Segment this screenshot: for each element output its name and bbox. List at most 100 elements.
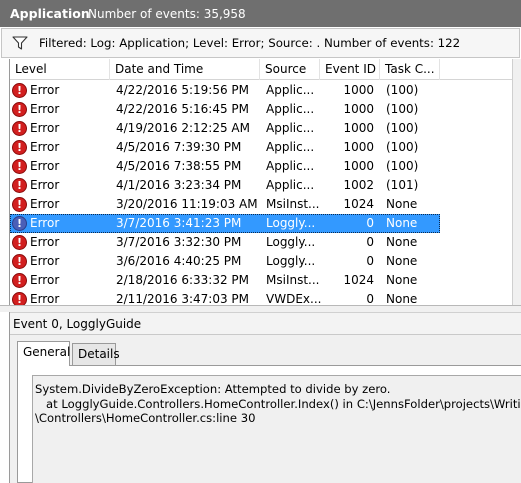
error-icon: ! — [12, 140, 27, 155]
error-icon: ! — [12, 292, 27, 305]
table-row[interactable]: ! Error 4/1/2016 3:23:34 PM Applic... 1002 (1… — [10, 176, 440, 195]
error-icon: ! — [12, 254, 27, 269]
message-line: System.DivideByZeroException: Attempted … — [35, 382, 391, 396]
table-row[interactable]: ! Error 4/22/2016 5:19:56 PM Applic... 1000 (… — [10, 81, 440, 100]
list-header: Level Date and Time Source Event ID Task… — [10, 59, 521, 80]
table-row[interactable]: ! Error 4/19/2016 2:12:25 AM Applic... 1000 (… — [10, 119, 440, 138]
cell-task-category: (100) — [386, 102, 419, 116]
cell-event-id: 0 — [366, 292, 374, 305]
tab-general[interactable]: General — [17, 341, 70, 366]
table-row[interactable]: ! Error 2/18/2016 6:33:32 PM MsiInst... 1024… — [10, 271, 440, 290]
cell-task-category: None — [386, 216, 418, 230]
level-text: Error — [30, 216, 60, 230]
cell-date-time: 3/20/2016 11:19:03 AM — [116, 197, 258, 211]
table-row[interactable]: ! Error 4/5/2016 7:39:30 PM Applic... 1000 (1… — [10, 138, 440, 157]
cell-source: MsiInst... — [266, 197, 320, 211]
cell-source: Loggly... — [266, 235, 316, 249]
cell-date-time: 2/11/2016 3:47:03 PM — [116, 292, 250, 305]
level-text: Error — [30, 197, 60, 211]
cell-source: VWDEx... — [266, 292, 322, 305]
level-text: Error — [30, 102, 60, 116]
level-text: Error — [30, 121, 60, 135]
cell-task-category: (101) — [386, 178, 419, 192]
column-header-date[interactable]: Date and Time — [110, 59, 260, 80]
cell-source: Applic... — [266, 178, 315, 192]
cell-source: Loggly... — [266, 216, 316, 230]
cell-level: ! Error — [12, 233, 110, 252]
level-text: Error — [30, 178, 60, 192]
cell-event-id: 1000 — [343, 140, 374, 154]
error-icon: ! — [12, 273, 27, 288]
table-row[interactable]: ! Error 3/7/2016 3:32:30 PM Loggly... 0 None — [10, 233, 440, 252]
table-row[interactable]: ! Error 4/5/2016 7:38:55 PM Applic... 1000 (1… — [10, 157, 440, 176]
event-details-pane: Event 0, LogglyGuide General Details Sys… — [9, 312, 521, 483]
cell-source: Applic... — [266, 83, 315, 97]
error-icon: ! — [12, 159, 27, 174]
table-row[interactable]: ! Error 4/22/2016 5:16:45 PM Applic... 1000 (… — [10, 100, 440, 119]
level-text: Error — [30, 235, 60, 249]
cell-event-id: 0 — [366, 254, 374, 268]
cell-task-category: (100) — [386, 159, 419, 173]
cell-source: MsiInst... — [266, 273, 320, 287]
event-count: Number of events: 35,958 — [88, 6, 246, 21]
cell-source: Loggly... — [266, 254, 316, 268]
cell-source: Applic... — [266, 140, 315, 154]
tab-details[interactable]: Details — [72, 343, 120, 365]
filter-description: Filtered: Log: Application; Level: Error… — [39, 36, 461, 50]
message-line: \Controllers\HomeController.cs:line 30 — [35, 411, 256, 425]
cell-source: Applic... — [266, 102, 315, 116]
cell-date-time: 3/6/2016 4:40:25 PM — [116, 254, 242, 268]
cell-task-category: None — [386, 197, 418, 211]
filter-funnel-icon — [12, 36, 28, 50]
cell-task-category: (100) — [386, 83, 419, 97]
cell-level: ! Error — [12, 195, 110, 214]
error-icon: ! — [12, 178, 27, 193]
cell-date-time: 2/18/2016 6:33:32 PM — [116, 273, 250, 287]
column-header-task-category[interactable]: Task C... — [380, 59, 440, 80]
cell-event-id: 1002 — [343, 178, 374, 192]
error-icon: ! — [12, 121, 27, 136]
level-text: Error — [30, 254, 60, 268]
list-scrollbar[interactable] — [512, 59, 521, 305]
event-details-title: Event 0, LogglyGuide — [10, 312, 521, 335]
event-list[interactable]: Level Date and Time Source Event ID Task… — [9, 59, 521, 305]
event-message-box[interactable]: System.DivideByZeroException: Attempted … — [32, 375, 521, 483]
cell-task-category: None — [386, 254, 418, 268]
cell-level: ! Error — [12, 252, 110, 271]
cell-task-category: (100) — [386, 121, 419, 135]
cell-date-time: 4/19/2016 2:12:25 AM — [116, 121, 250, 135]
cell-level: ! Error — [12, 214, 110, 233]
level-text: Error — [30, 83, 60, 97]
message-line: at LogglyGuide.Controllers.HomeControlle… — [35, 396, 521, 411]
pane-splitter[interactable] — [0, 305, 521, 312]
cell-event-id: 1024 — [343, 273, 374, 287]
table-row[interactable]: ! Error 2/11/2016 3:47:03 PM VWDEx... 0 None — [10, 290, 440, 305]
table-row[interactable]: ! Error 3/20/2016 11:19:03 AM MsiInst... 102… — [10, 195, 440, 214]
error-icon: ! — [12, 235, 27, 250]
log-name: Application — [10, 6, 90, 21]
cell-level: ! Error — [12, 100, 110, 119]
cell-task-category: (100) — [386, 140, 419, 154]
cell-source: Applic... — [266, 121, 315, 135]
table-row[interactable]: ! Error 3/6/2016 4:40:25 PM Loggly... 0 None — [10, 252, 440, 271]
column-header-filler — [440, 59, 521, 80]
level-text: Error — [30, 273, 60, 287]
cell-date-time: 4/5/2016 7:39:30 PM — [116, 140, 242, 154]
cell-task-category: None — [386, 292, 418, 305]
cell-event-id: 0 — [366, 216, 374, 230]
cell-date-time: 4/22/2016 5:19:56 PM — [116, 83, 250, 97]
cell-date-time: 3/7/2016 3:32:30 PM — [116, 235, 242, 249]
cell-task-category: None — [386, 235, 418, 249]
cell-level: ! Error — [12, 138, 110, 157]
cell-level: ! Error — [12, 271, 110, 290]
column-header-source[interactable]: Source — [260, 59, 320, 80]
cell-date-time: 3/7/2016 3:41:23 PM — [116, 216, 242, 230]
table-row[interactable]: ! Error 3/7/2016 3:41:23 PM Loggly... 0 None — [10, 214, 440, 233]
filter-bar: Filtered: Log: Application; Level: Error… — [1, 28, 520, 58]
cell-level: ! Error — [12, 81, 110, 100]
column-header-event-id[interactable]: Event ID — [320, 59, 380, 80]
cell-level: ! Error — [12, 290, 110, 305]
column-header-level[interactable]: Level — [10, 59, 110, 80]
level-text: Error — [30, 292, 60, 305]
error-icon: ! — [12, 216, 27, 231]
